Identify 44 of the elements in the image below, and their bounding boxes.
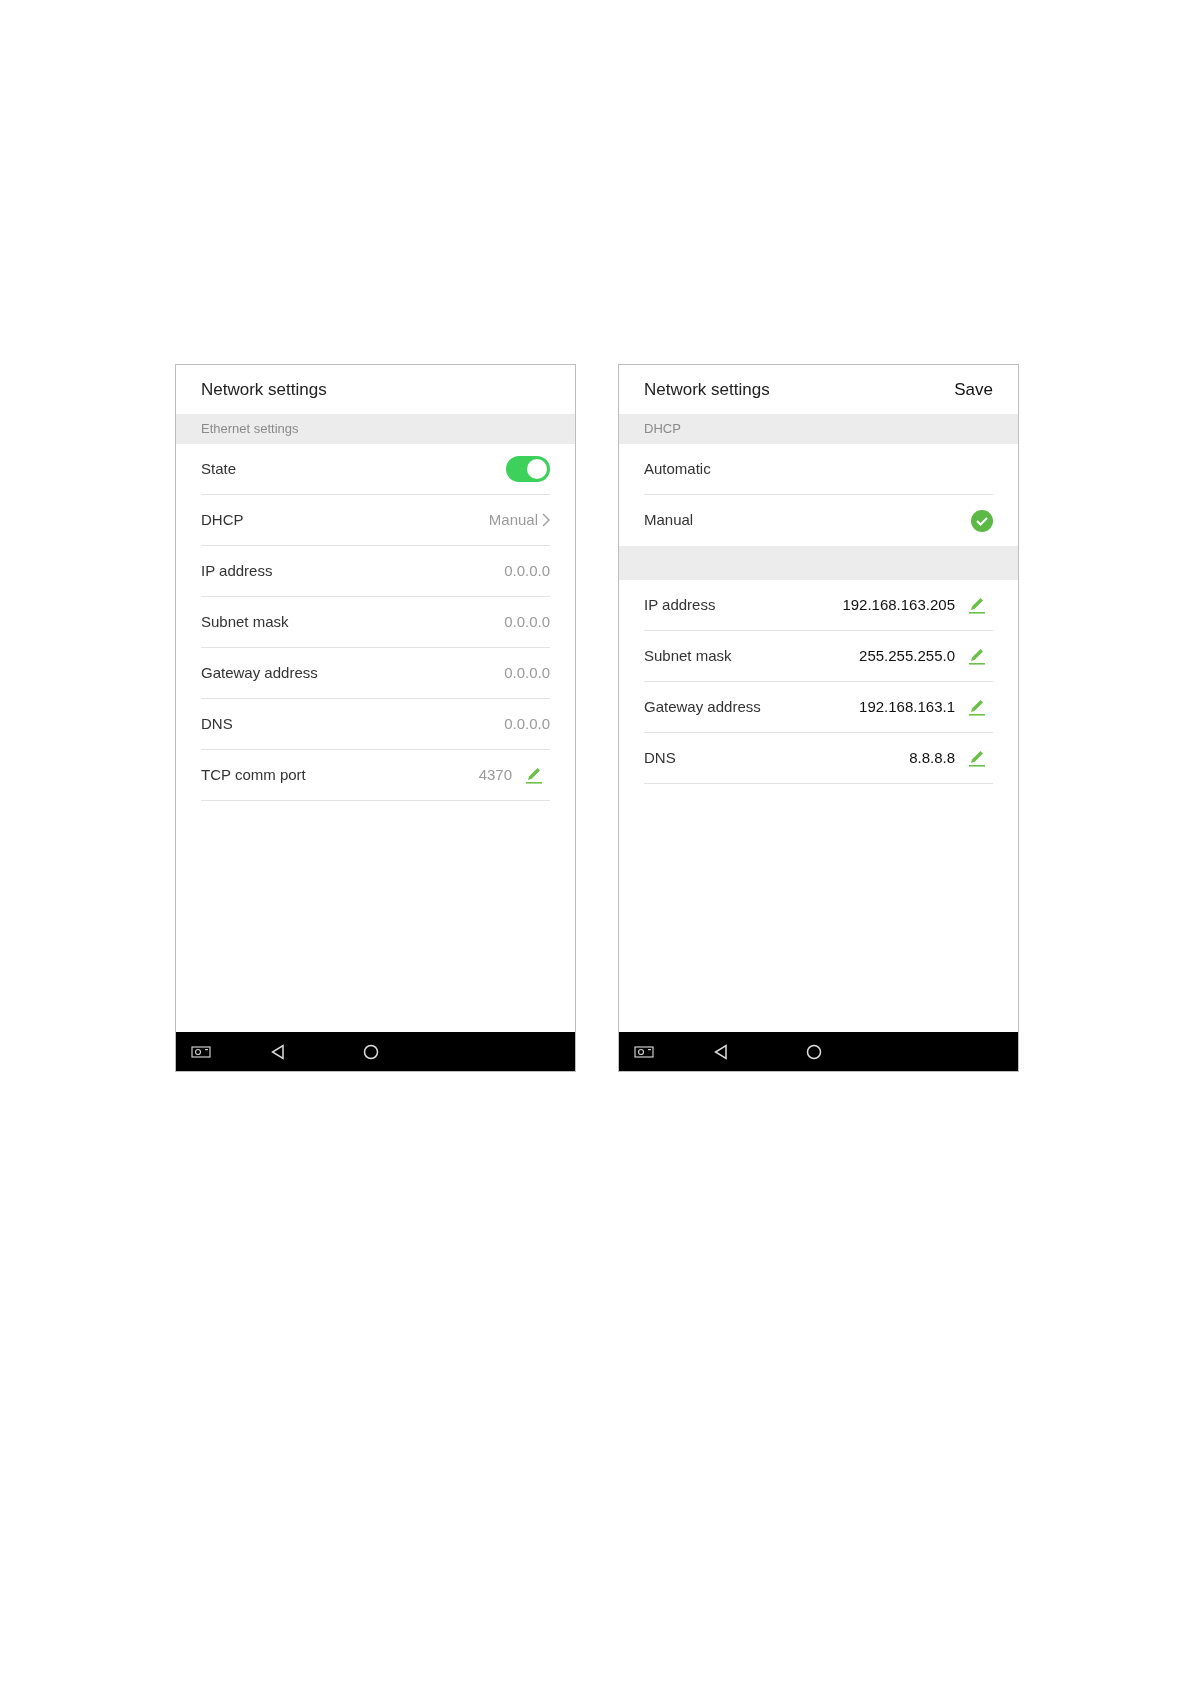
row-value: 0.0.0.0	[504, 611, 550, 632]
camera-icon[interactable]	[191, 1045, 211, 1058]
toggle-switch[interactable]	[506, 456, 550, 482]
row-label: Subnet mask	[644, 645, 732, 666]
row-value: Manual	[488, 509, 538, 530]
save-button[interactable]: Save	[954, 376, 993, 403]
settings-row[interactable]: Subnet mask 255.255.255.0	[644, 631, 993, 682]
row-label: IP address	[644, 594, 716, 615]
section-title: DHCP	[644, 420, 681, 439]
row-label: IP address	[201, 560, 273, 581]
back-icon[interactable]	[714, 1043, 728, 1060]
chevron-right-icon	[542, 513, 550, 527]
screen-title: Network settings	[201, 378, 327, 401]
row-value: 192.168.163.205	[842, 594, 955, 615]
row-label: Gateway address	[644, 696, 761, 717]
row-label: Subnet mask	[201, 611, 289, 632]
settings-row[interactable]: DNS 8.8.8.8	[644, 733, 993, 784]
row-value: 4370	[478, 764, 512, 785]
screen-title: Network settings	[644, 378, 770, 401]
row-value: 0.0.0.0	[504, 713, 550, 734]
row-label: TCP comm port	[201, 764, 306, 785]
home-icon[interactable]	[806, 1043, 822, 1060]
settings-row[interactable]: State	[201, 444, 550, 495]
row-label: DNS	[201, 713, 233, 734]
settings-row[interactable]: Manual	[644, 495, 993, 546]
settings-row[interactable]: DHCP Manual	[201, 495, 550, 546]
row-label: Manual	[644, 510, 694, 531]
section-title: Ethernet settings	[201, 420, 299, 439]
settings-row[interactable]: Gateway address 192.168.163.1	[644, 682, 993, 733]
row-value: 0.0.0.0	[504, 560, 550, 581]
row-value: 192.168.163.1	[859, 696, 955, 717]
row-label: DHCP	[201, 509, 244, 530]
camera-icon[interactable]	[634, 1045, 654, 1058]
row-value: 255.255.255.0	[859, 645, 955, 666]
row-label: DNS	[644, 747, 676, 768]
row-label: Gateway address	[201, 662, 318, 683]
settings-row[interactable]: IP address 192.168.163.205	[644, 580, 993, 631]
row-label: State	[201, 458, 237, 479]
row-value: 0.0.0.0	[504, 662, 550, 683]
row-value: 8.8.8.8	[909, 747, 955, 768]
row-label: Automatic	[644, 458, 711, 479]
settings-row[interactable]: Automatic	[644, 444, 993, 495]
home-icon[interactable]	[363, 1043, 379, 1060]
back-icon[interactable]	[271, 1043, 285, 1060]
